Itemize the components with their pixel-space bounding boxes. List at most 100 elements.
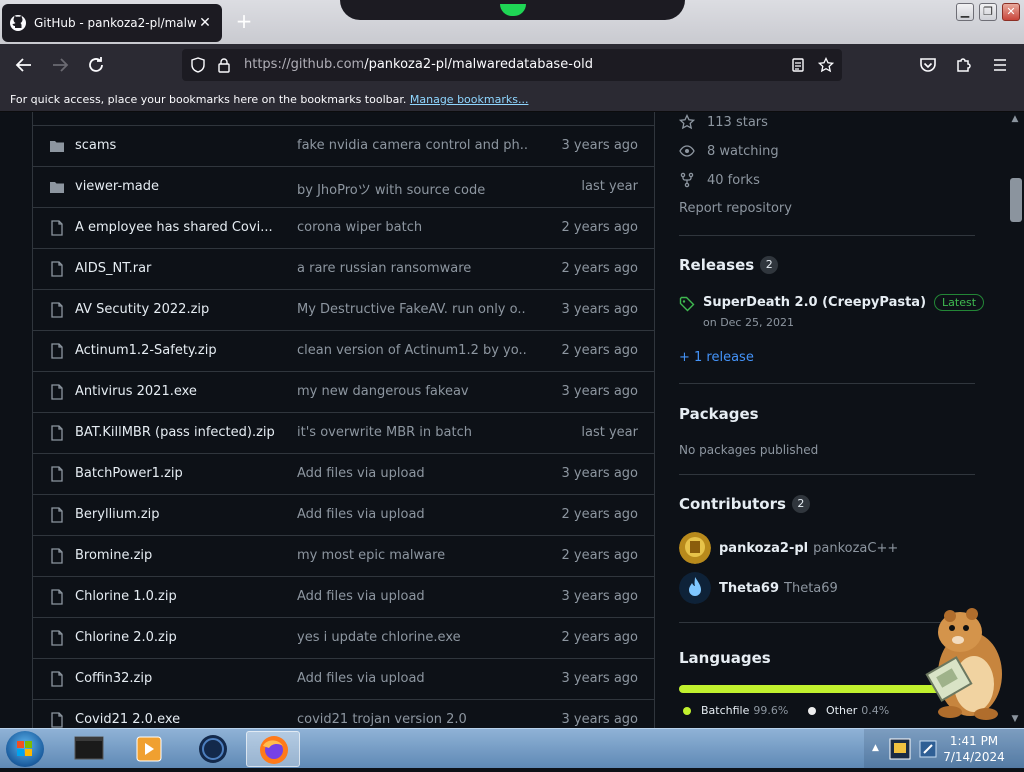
file-row[interactable]: BAT.KillMBR (pass infected).zip it's over… (33, 412, 654, 453)
file-name-link[interactable]: Chlorine 2.0.zip (75, 630, 275, 645)
reload-button[interactable] (84, 53, 108, 77)
file-row[interactable]: Bromine.zip my most epic malware 2 years a… (33, 535, 654, 576)
file-name-link[interactable]: AV Secutity 2022.zip (75, 302, 275, 317)
watching-link[interactable]: 8 watching (679, 143, 779, 159)
commit-message-link[interactable]: my new dangerous fakeav (297, 384, 527, 399)
shield-icon[interactable] (190, 57, 206, 73)
avatar[interactable] (679, 572, 711, 604)
commit-message-link[interactable]: by JhoProツ with source code (297, 179, 527, 198)
commit-message-link[interactable]: Add files via upload (297, 507, 527, 522)
file-row[interactable]: viewer-made by JhoProツ with source code la… (33, 166, 654, 207)
address-bar[interactable]: https://github.com/pankoza2-pl/malwareda… (182, 49, 842, 81)
commit-message-link[interactable]: covid21 trojan version 2.0 (297, 712, 527, 727)
file-name-link[interactable]: Antivirus 2021.exe (75, 384, 275, 399)
file-name-link[interactable]: BatchPower1.zip (75, 466, 275, 481)
restore-button[interactable]: ❐ (979, 3, 997, 21)
file-row[interactable]: Beryllium.zip Add files via upload 2 years… (33, 494, 654, 535)
browser-tab[interactable]: GitHub - pankoza2-pl/malwaredatabase-old… (2, 4, 222, 42)
file-row[interactable]: Coffin32.zip Add files via upload 3 years … (33, 658, 654, 699)
taskbar-item-network[interactable] (186, 731, 240, 767)
contributors-heading[interactable]: Contributors 2 (679, 495, 810, 513)
url-path: /pankoza2-pl/malwaredatabase-old (364, 57, 593, 72)
tag-icon (679, 296, 695, 312)
url-text[interactable]: https://github.com/pankoza2-pl/malwareda… (244, 57, 593, 72)
file-name-link[interactable]: Actinum1.2-Safety.zip (75, 343, 275, 358)
file-row[interactable]: Actinum1.2-Safety.zip clean version of Ac… (33, 330, 654, 371)
close-window-button[interactable]: ✕ (1002, 3, 1020, 21)
menu-button[interactable] (988, 53, 1012, 77)
theme-decoration (340, 0, 685, 20)
commit-message-link[interactable]: Add files via upload (297, 671, 527, 686)
more-releases-link[interactable]: + 1 release (679, 350, 754, 365)
file-icon (51, 548, 63, 564)
releases-heading[interactable]: Releases 2 (679, 256, 779, 274)
file-row[interactable]: Covid21 2.0.exe covid21 trojan version 2.… (33, 699, 654, 728)
commit-message-link[interactable]: Add files via upload (297, 589, 527, 604)
bookmark-star-icon[interactable] (818, 57, 834, 73)
stars-link[interactable]: 113 stars (679, 114, 768, 130)
minimize-button[interactable]: ▁ (956, 3, 974, 21)
file-name-link[interactable]: Bromine.zip (75, 548, 275, 563)
file-name-link[interactable]: Chlorine 1.0.zip (75, 589, 275, 604)
commit-date: last year (581, 179, 638, 194)
commit-message-link[interactable]: yes i update chlorine.exe (297, 630, 527, 645)
file-name-link[interactable]: A employee has shared Covi... (75, 220, 275, 235)
taskbar-item-terminal[interactable] (62, 731, 116, 767)
taskbar-item-firefox[interactable] (246, 731, 300, 767)
scroll-down-arrow-icon[interactable]: ▼ (1009, 714, 1021, 724)
commit-date: 3 years ago (561, 138, 638, 153)
commit-message-link[interactable]: a rare russian ransomware (297, 261, 527, 276)
file-name-link[interactable]: viewer-made (75, 179, 275, 194)
file-name-link[interactable]: Beryllium.zip (75, 507, 275, 522)
pocket-button[interactable] (916, 53, 940, 77)
show-hidden-icons-icon[interactable]: ▲ (872, 743, 879, 753)
back-arrow-icon (15, 58, 31, 72)
file-row[interactable]: AV Secutity 2022.zip My Destructive FakeA… (33, 289, 654, 330)
file-row[interactable]: Chlorine 1.0.zip Add files via upload 3 ye… (33, 576, 654, 617)
folder-icon (50, 141, 64, 152)
scroll-up-arrow-icon[interactable]: ▲ (1009, 114, 1021, 124)
file-name-link[interactable]: Coffin32.zip (75, 671, 275, 686)
forward-button[interactable] (48, 53, 72, 77)
hamster-desktop-pet[interactable] (910, 602, 1010, 722)
commit-message-link[interactable]: clean version of Actinum1.2 by yo... (297, 343, 527, 358)
latest-release-link[interactable]: SuperDeath 2.0 (CreepyPasta) Latest (703, 294, 985, 311)
start-button[interactable] (6, 731, 44, 767)
file-row[interactable]: Antivirus 2021.exe my new dangerous fakea… (33, 371, 654, 412)
tab-close-icon[interactable]: ✕ (196, 15, 214, 31)
file-row[interactable]: BatchPower1.zip Add files via upload 3 yea… (33, 453, 654, 494)
releases-count: 2 (760, 256, 779, 274)
reader-view-icon[interactable] (790, 57, 806, 73)
commit-message-link[interactable]: My Destructive FakeAV. run only o... (297, 302, 527, 317)
file-row[interactable]: scams fake nvidia camera control and ph..… (33, 125, 654, 166)
file-row[interactable]: A employee has shared Covi... corona wipe… (33, 207, 654, 248)
file-name-link[interactable]: scams (75, 138, 275, 153)
avatar[interactable] (679, 532, 711, 564)
extensions-button[interactable] (952, 53, 976, 77)
forks-link[interactable]: 40 forks (679, 172, 760, 188)
new-tab-button[interactable]: + (232, 10, 256, 34)
commit-message-link[interactable]: fake nvidia camera control and ph... (297, 138, 527, 153)
language-batchfile[interactable]: Batchfile 99.6% (683, 704, 788, 717)
commit-message-link[interactable]: corona wiper batch (297, 220, 527, 235)
contributor-pankoza2-pl[interactable]: pankoza2-pl pankozaC++ (679, 532, 898, 564)
commit-message-link[interactable]: my most epic malware (297, 548, 527, 563)
contributor-theta69[interactable]: Theta69 Theta69 (679, 572, 838, 604)
taskbar-item-media-player[interactable] (122, 731, 176, 767)
language-other[interactable]: Other 0.4% (808, 704, 889, 717)
commit-message-link[interactable]: Add files via upload (297, 466, 527, 481)
file-name-link[interactable]: Covid21 2.0.exe (75, 712, 275, 727)
file-row[interactable]: AIDS_NT.rar a rare russian ransomware 2 ye… (33, 248, 654, 289)
commit-message-link[interactable]: it's overwrite MBR in batch (297, 425, 527, 440)
tray-app-icon[interactable] (888, 735, 912, 763)
packages-heading[interactable]: Packages (679, 405, 759, 423)
manage-bookmarks-link[interactable]: Manage bookmarks... (410, 93, 529, 106)
back-button[interactable] (12, 53, 36, 77)
system-clock[interactable]: 1:41 PM 7/14/2024 (930, 733, 1018, 765)
file-name-link[interactable]: BAT.KillMBR (pass infected).zip (75, 425, 275, 440)
file-row[interactable]: Chlorine 2.0.zip yes i update chlorine.ex… (33, 617, 654, 658)
file-name-link[interactable]: AIDS_NT.rar (75, 261, 275, 276)
report-repository-link[interactable]: Report repository (679, 201, 792, 216)
lock-icon[interactable] (216, 57, 232, 73)
scrollbar-thumb[interactable] (1010, 178, 1022, 222)
